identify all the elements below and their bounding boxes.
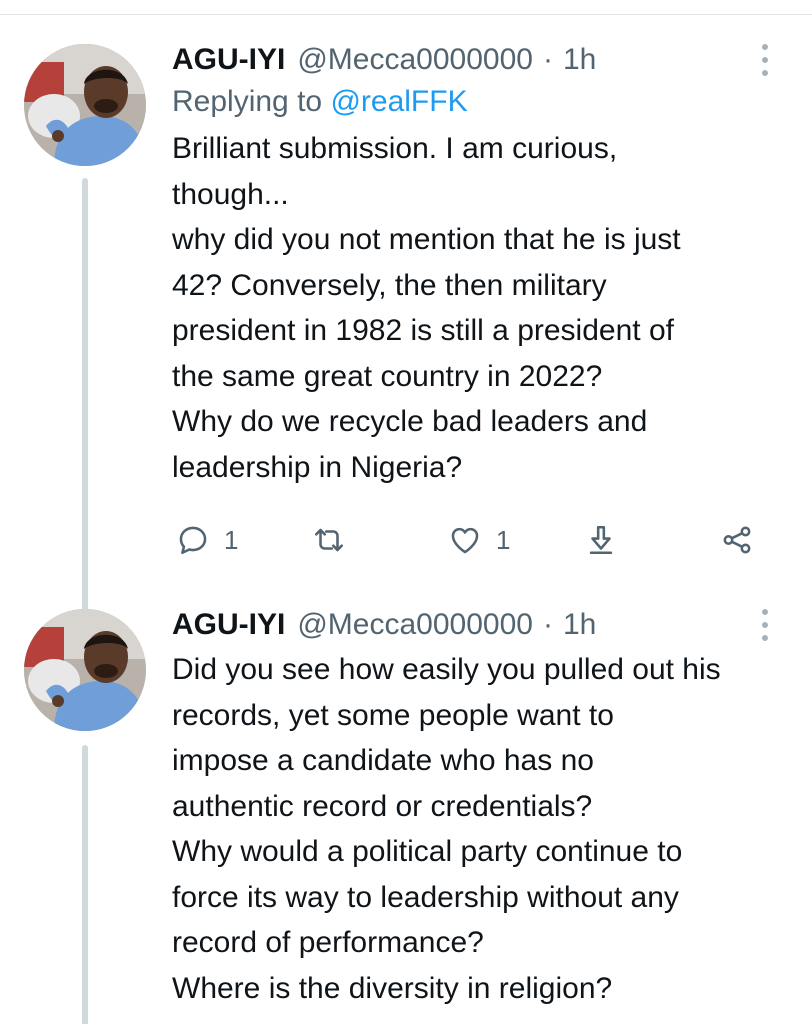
retweet-button[interactable] [312,518,360,562]
replying-label: Replying to [172,85,323,118]
like-icon [451,527,479,554]
tweet-text-line: though... [172,177,289,211]
timestamp[interactable]: 1h [563,40,596,80]
like-count: 1 [496,524,511,555]
thread-line [82,745,88,1024]
tweet-text-line: president in 1982 is still a president o… [172,314,674,347]
thread-line [82,178,88,618]
tweet-text: Brilliant submission. I am curious, thou… [172,126,784,490]
author-name[interactable]: AGU-IYI [172,605,285,645]
timeline: AGU-IYI @Mecca0000000 · 1h Replying to @… [0,0,812,1024]
more-options-icon[interactable] [760,44,770,76]
like-button[interactable]: 1 [448,518,510,562]
tweet-2[interactable]: AGU-IYI @Mecca0000000 · 1h Did you see h… [0,605,812,1024]
share-nodes-button[interactable] [720,518,754,562]
tweet-text-line: 42? Conversely, the then military [172,268,607,302]
tweet-text-line: Did you see how easily you pulled out hi… [172,653,721,686]
separator-dot: · [542,608,553,641]
share-button[interactable] [584,518,618,562]
tweet-content: AGU-IYI @Mecca0000000 · 1h Did you see h… [172,605,784,1011]
tweet-content: AGU-IYI @Mecca0000000 · 1h Replying to @… [172,40,784,555]
download-share-icon [589,525,613,555]
share-nodes-icon [723,526,751,554]
avatar[interactable] [24,44,146,166]
tweet-text-line: impose a candidate who has no [172,744,594,777]
separator-dot: · [542,43,553,76]
author-handle[interactable]: @Mecca0000000 [297,605,533,645]
tweet-text-line: Where is the diversity in religion? [172,971,613,1005]
author-handle[interactable]: @Mecca0000000 [297,40,533,80]
replying-to-mention[interactable]: @realFFK [330,85,467,118]
tweet-text-line: force its way to leadership without any [172,880,679,914]
tweet-text-line: record of performance? [172,926,484,959]
tweet-text-line: Why would a political party continue to [172,835,683,868]
avatar[interactable] [24,609,146,731]
more-options-icon[interactable] [760,609,770,641]
tweet-text-line: Brilliant submission. I am curious, [172,132,618,165]
divider [0,14,812,15]
tweet-text-line: records, yet some people want to [172,698,614,732]
replying-to: Replying to @realFFK [172,80,784,124]
reply-icon [179,526,207,555]
tweet-text-line: authentic record or credentials? [172,789,593,823]
retweet-icon [314,528,344,552]
tweet-text-line: leadership in Nigeria? [172,450,463,484]
tweet-text-line: the same great country in 2022? [172,359,603,393]
tweet-header: AGU-IYI @Mecca0000000 · 1h [172,40,784,80]
tweet-1[interactable]: AGU-IYI @Mecca0000000 · 1h Replying to @… [0,40,812,618]
reply-count: 1 [224,524,239,555]
tweet-text: Did you see how easily you pulled out hi… [172,647,784,1011]
tweet-text-line: why did you not mention that he is just [172,223,681,256]
reply-button[interactable]: 1 [176,518,238,562]
tweet-text-line: Why do we recycle bad leaders and [172,405,648,438]
tweet-actions: 1 1 [172,518,784,562]
author-name[interactable]: AGU-IYI [172,40,285,80]
timestamp[interactable]: 1h [563,605,596,645]
tweet-header: AGU-IYI @Mecca0000000 · 1h [172,605,784,645]
